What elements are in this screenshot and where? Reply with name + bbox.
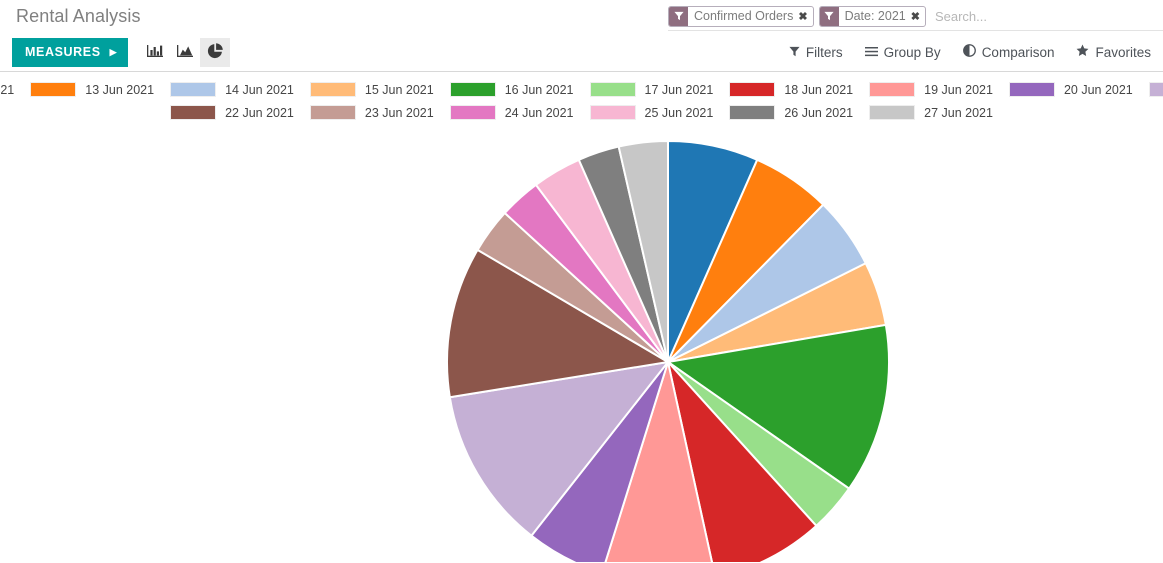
search-facet-confirmed-orders[interactable]: Confirmed Orders ✖ bbox=[668, 5, 814, 27]
view-switcher-line-chart[interactable] bbox=[170, 38, 200, 67]
measures-button[interactable]: MEASURES ▶ bbox=[12, 37, 129, 67]
area-chart-icon bbox=[177, 43, 194, 61]
pie-chart-icon bbox=[207, 42, 223, 62]
star-icon bbox=[1076, 44, 1089, 60]
caret-right-icon: ▶ bbox=[109, 46, 118, 57]
filter-icon bbox=[669, 6, 688, 26]
view-switcher-bar-chart[interactable] bbox=[140, 38, 170, 67]
control-panel: Rental Analysis Confirmed Orders ✖ Date: bbox=[0, 0, 1163, 72]
search-facet-label: Date: 2021 bbox=[844, 9, 906, 23]
bar-chart-icon bbox=[147, 43, 164, 61]
filters-menu[interactable]: Filters bbox=[789, 45, 843, 60]
view-switcher bbox=[140, 37, 231, 67]
filters-menu-label: Filters bbox=[805, 44, 843, 60]
chart-area: 12 Jun 202113 Jun 202114 Jun 202115 Jun … bbox=[0, 72, 1163, 562]
measures-button-label: MEASURES bbox=[25, 45, 101, 59]
page-title: Rental Analysis bbox=[16, 6, 141, 26]
comparison-menu-label: Comparison bbox=[981, 44, 1055, 60]
search-facet-date[interactable]: Date: 2021 ✖ bbox=[818, 5, 926, 27]
filter-icon bbox=[789, 45, 800, 60]
pie-chart-canvas[interactable] bbox=[0, 72, 1163, 562]
group-by-menu[interactable]: Group By bbox=[864, 44, 941, 60]
search-input[interactable] bbox=[930, 6, 1163, 26]
search-facet-label: Confirmed Orders bbox=[694, 9, 794, 23]
control-panel-top-row: Rental Analysis Confirmed Orders ✖ Date: bbox=[0, 0, 1163, 33]
control-panel-bottom-row: MEASURES ▶ Filters Group By Comparison F… bbox=[0, 33, 1163, 71]
favorites-menu-label: Favorites bbox=[1095, 44, 1151, 60]
close-icon[interactable]: ✖ bbox=[911, 7, 925, 26]
comparison-menu[interactable]: Comparison bbox=[962, 44, 1055, 60]
view-switcher-pie-chart[interactable] bbox=[200, 37, 231, 67]
adjust-icon bbox=[962, 44, 976, 60]
control-panel-menus: Filters Group By Comparison Favorites bbox=[789, 33, 1151, 71]
close-icon[interactable]: ✖ bbox=[798, 7, 812, 26]
group-by-menu-label: Group By bbox=[883, 44, 941, 60]
favorites-menu[interactable]: Favorites bbox=[1076, 44, 1151, 60]
search-view: Confirmed Orders ✖ Date: 2021 ✖ bbox=[668, 2, 1163, 31]
filter-icon bbox=[819, 6, 839, 26]
bars-icon bbox=[864, 45, 878, 60]
pie-chart bbox=[0, 72, 1163, 562]
